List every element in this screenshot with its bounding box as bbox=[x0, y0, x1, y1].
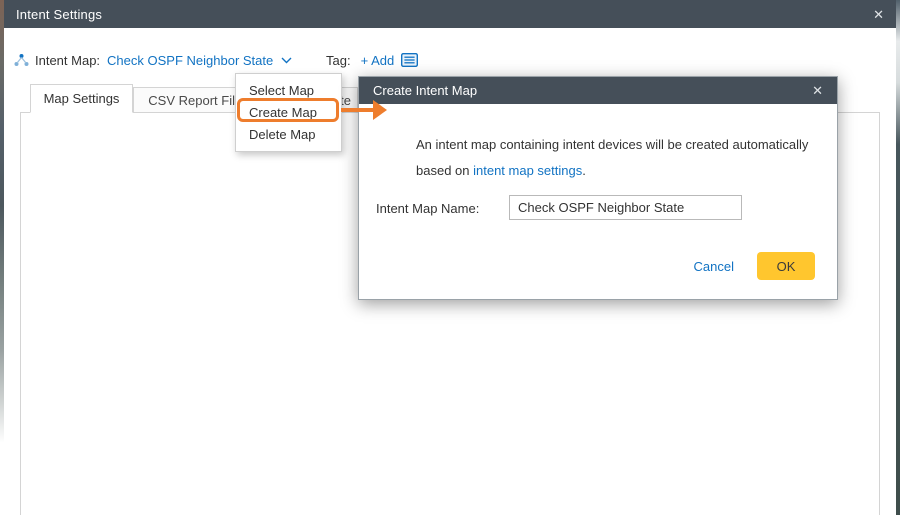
intent-map-value[interactable]: Check OSPF Neighbor State bbox=[107, 53, 273, 68]
window-title: Intent Settings bbox=[16, 7, 102, 22]
description-line1: An intent map containing intent devices … bbox=[416, 137, 808, 152]
tag-add-link[interactable]: + Add bbox=[361, 53, 395, 68]
tag-section: Tag: + Add bbox=[326, 50, 418, 70]
tag-list-icon[interactable] bbox=[401, 53, 418, 67]
chevron-down-icon[interactable] bbox=[281, 57, 292, 64]
annotation-arrow-head-icon bbox=[373, 100, 387, 120]
create-intent-map-dialog: Create Intent Map ✕ An intent map contai… bbox=[358, 76, 838, 300]
annotation-arrow bbox=[341, 108, 375, 112]
dialog-close-icon[interactable]: ✕ bbox=[812, 84, 823, 97]
dialog-buttons: Cancel OK bbox=[694, 252, 815, 280]
menu-item-delete-map[interactable]: Delete Map bbox=[236, 123, 341, 145]
intent-map-label: Intent Map: bbox=[35, 53, 100, 68]
annotation-highlight-box bbox=[237, 98, 339, 122]
intent-map-selector: Intent Map: Check OSPF Neighbor State bbox=[14, 50, 292, 70]
tag-label: Tag: bbox=[326, 53, 351, 68]
ok-button[interactable]: OK bbox=[757, 252, 815, 280]
description-line2-suffix: . bbox=[582, 163, 586, 178]
intent-map-name-label: Intent Map Name: bbox=[376, 201, 479, 216]
background-app-edge-right bbox=[896, 0, 900, 515]
tab-label: CSV Report Files bbox=[148, 93, 248, 108]
intent-map-name-input[interactable]: Check OSPF Neighbor State bbox=[509, 195, 742, 220]
dialog-title: Create Intent Map bbox=[373, 83, 477, 98]
cancel-button[interactable]: Cancel bbox=[694, 259, 734, 274]
window-titlebar: Intent Settings ✕ bbox=[4, 0, 896, 28]
intent-settings-window: Intent Settings ✕ Intent Map: Check OSPF… bbox=[4, 0, 896, 515]
window-close-icon[interactable]: ✕ bbox=[873, 8, 884, 21]
intent-map-icon bbox=[14, 53, 29, 67]
tab-map-settings[interactable]: Map Settings bbox=[30, 84, 133, 113]
intent-map-name-row: Intent Map Name: bbox=[376, 201, 479, 216]
description-line2-prefix: based on bbox=[416, 163, 473, 178]
screen: Intent Settings ✕ Intent Map: Check OSPF… bbox=[0, 0, 900, 515]
intent-map-settings-link[interactable]: intent map settings bbox=[473, 163, 582, 178]
dialog-description: An intent map containing intent devices … bbox=[416, 132, 808, 184]
tab-label: Map Settings bbox=[44, 91, 120, 106]
intent-map-name-value: Check OSPF Neighbor State bbox=[518, 200, 684, 215]
dialog-titlebar: Create Intent Map ✕ bbox=[359, 77, 837, 104]
